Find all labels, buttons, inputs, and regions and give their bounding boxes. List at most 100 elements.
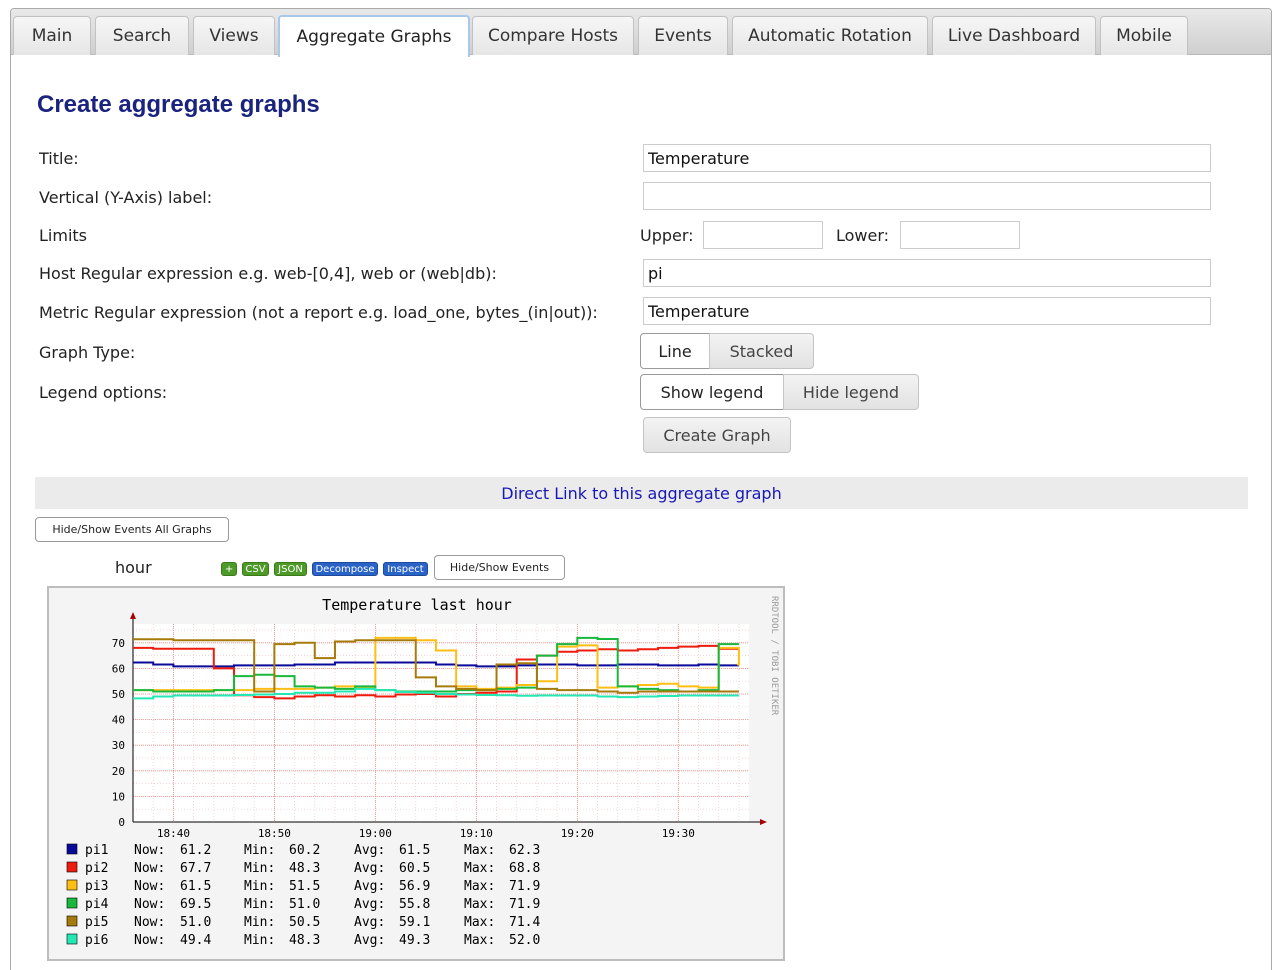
lower-label: Lower: [836, 226, 890, 245]
legend-min-label: Min: [244, 897, 275, 912]
chart-title: Temperature last hour [322, 596, 512, 614]
legend-now-label: Now: [134, 933, 165, 948]
tab-events[interactable]: Events [638, 16, 728, 55]
legend-now-label: Now: [134, 843, 165, 858]
legend-max-value: 68.8 [509, 861, 540, 876]
app-frame: Main Search Views Aggregate Graphs Compa… [10, 8, 1272, 970]
tab-main[interactable]: Main [13, 16, 91, 55]
legend-min-label: Min: [244, 879, 275, 894]
legend-now-value: 51.0 [180, 915, 211, 930]
legend-min-label: Min: [244, 861, 275, 876]
legend-min-value: 48.3 [289, 933, 320, 948]
tab-automatic-rotation[interactable]: Automatic Rotation [732, 16, 928, 55]
csv-badge[interactable]: CSV [242, 562, 269, 576]
legend-max-label: Max: [464, 915, 495, 930]
legend-min-label: Min: [244, 843, 275, 858]
legend-avg-value: 56.9 [399, 879, 430, 894]
lower-limit-input[interactable] [900, 221, 1020, 249]
legend-min-label: Min: [244, 915, 275, 930]
legend-name: pi5 [85, 915, 108, 930]
upper-label: Upper: [640, 226, 694, 245]
legend-now-label: Now: [134, 861, 165, 876]
tab-bar: Main Search Views Aggregate Graphs Compa… [11, 9, 1271, 57]
legend-avg-label: Avg: [354, 915, 385, 930]
legend-now-value: 49.4 [180, 933, 211, 948]
add-badge[interactable]: + [221, 562, 237, 576]
metric-regex-input[interactable] [643, 297, 1211, 325]
legend-swatch-pi4 [66, 897, 78, 909]
y-tick-label: 0 [118, 816, 125, 829]
tab-live-dashboard[interactable]: Live Dashboard [932, 16, 1096, 55]
legend-now-value: 67.7 [180, 861, 211, 876]
x-tick-label: 19:20 [561, 827, 594, 840]
legend-avg-label: Avg: [354, 861, 385, 876]
metric-regex-label: Metric Regular expression (not a report … [39, 303, 598, 322]
legend-avg-value: 61.5 [399, 843, 430, 858]
show-legend-button[interactable]: Show legend [640, 374, 784, 410]
direct-link-bar: Direct Link to this aggregate graph [35, 477, 1248, 509]
ylabel-label: Vertical (Y-Axis) label: [39, 188, 213, 207]
decompose-badge[interactable]: Decompose [312, 562, 378, 576]
tab-mobile[interactable]: Mobile [1100, 16, 1188, 55]
rrdtool-watermark: RRDTOOL / TOBI OETIKER [769, 596, 779, 716]
legend-avg-value: 59.1 [399, 915, 430, 930]
tab-search[interactable]: Search [95, 16, 189, 55]
legend-avg-label: Avg: [354, 897, 385, 912]
legend-swatch-pi2 [66, 861, 78, 873]
hide-legend-button[interactable]: Hide legend [783, 374, 919, 410]
graph-type-line-button[interactable]: Line [640, 333, 710, 369]
legend-now-value: 69.5 [180, 897, 211, 912]
legend-name: pi3 [85, 879, 108, 894]
legend-min-value: 51.0 [289, 897, 320, 912]
legend-max-value: 71.9 [509, 879, 540, 894]
title-label: Title: [39, 149, 79, 168]
ylabel-input[interactable] [643, 182, 1211, 210]
hide-show-events-button[interactable]: Hide/Show Events [434, 555, 565, 580]
legend-max-label: Max: [464, 843, 495, 858]
x-axis-arrow [760, 819, 767, 825]
legend-min-label: Min: [244, 933, 275, 948]
legend-options-label: Legend options: [39, 383, 168, 402]
y-tick-label: 40 [112, 714, 125, 727]
y-tick-label: 30 [112, 739, 125, 752]
legend-swatch-pi3 [66, 879, 78, 891]
legend-name: pi1 [85, 843, 108, 858]
y-tick-label: 50 [112, 688, 125, 701]
graph-type-stacked-button[interactable]: Stacked [709, 333, 814, 369]
legend-swatch-pi5 [66, 915, 78, 927]
legend-min-value: 50.5 [289, 915, 320, 930]
hide-show-events-all-button[interactable]: Hide/Show Events All Graphs [35, 517, 229, 542]
direct-link[interactable]: Direct Link to this aggregate graph [501, 484, 781, 503]
legend-avg-label: Avg: [354, 843, 385, 858]
x-tick-label: 19:00 [359, 827, 392, 840]
legend-avg-label: Avg: [354, 879, 385, 894]
legend-now-label: Now: [134, 879, 165, 894]
upper-limit-input[interactable] [703, 221, 823, 249]
inspect-badge[interactable]: Inspect [383, 562, 428, 576]
aggregate-graph[interactable]: Temperature last hour RRDTOOL / TOBI OET… [47, 586, 785, 961]
legend-now-label: Now: [134, 897, 165, 912]
tab-compare-hosts[interactable]: Compare Hosts [472, 16, 634, 55]
x-tick-label: 19:30 [662, 827, 695, 840]
legend-min-value: 48.3 [289, 861, 320, 876]
y-tick-label: 60 [112, 662, 125, 675]
host-regex-input[interactable] [643, 259, 1211, 287]
legend-avg-value: 55.8 [399, 897, 430, 912]
legend-min-value: 51.5 [289, 879, 320, 894]
x-tick-label: 18:40 [157, 827, 190, 840]
legend-avg-value: 49.3 [399, 933, 430, 948]
plot-area [133, 624, 749, 822]
y-tick-label: 20 [112, 765, 125, 778]
graph-type-label: Graph Type: [39, 343, 136, 362]
json-badge[interactable]: JSON [274, 562, 307, 576]
host-regex-label: Host Regular expression e.g. web-[0,4], … [39, 264, 497, 283]
legend-avg-label: Avg: [354, 933, 385, 948]
tab-views[interactable]: Views [193, 16, 275, 55]
page-title: Create aggregate graphs [37, 91, 320, 118]
legend-now-value: 61.5 [180, 879, 211, 894]
create-graph-button[interactable]: Create Graph [643, 417, 791, 453]
title-input[interactable] [643, 144, 1211, 172]
legend-now-label: Now: [134, 915, 165, 930]
tab-aggregate-graphs[interactable]: Aggregate Graphs [278, 15, 470, 57]
legend-max-label: Max: [464, 897, 495, 912]
